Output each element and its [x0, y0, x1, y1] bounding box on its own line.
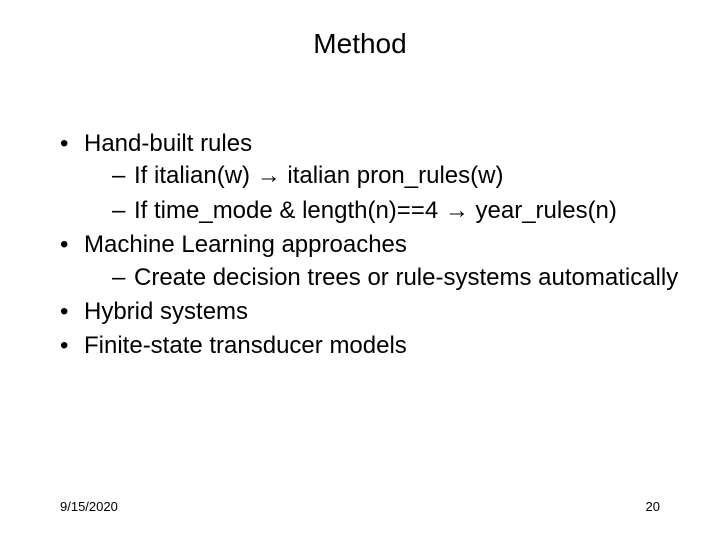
sub-text-post: year_rules(n) [469, 197, 617, 224]
sub-text-pre: If italian(w) [134, 162, 257, 189]
bullet-text: Hand-built rules [84, 130, 252, 157]
footer-page-number: 20 [646, 499, 660, 514]
slide-body: Hand-built rules If italian(w) → italian… [60, 128, 680, 365]
sub-list: Create decision trees or rule-systems au… [84, 262, 680, 294]
slide: Method Hand-built rules If italian(w) → … [0, 0, 720, 540]
slide-title: Method [0, 28, 720, 60]
sub-bullet-decision-trees: Create decision trees or rule-systems au… [112, 262, 680, 294]
bullet-text: Machine Learning approaches [84, 231, 407, 258]
sub-text: Create decision trees or rule-systems au… [134, 264, 678, 291]
footer-date: 9/15/2020 [60, 499, 118, 514]
bullet-ml-approaches: Machine Learning approaches Create decis… [60, 229, 680, 294]
sub-bullet-timemode: If time_mode & length(n)==4 → year_rules… [112, 195, 680, 227]
sub-bullet-italian: If italian(w) → italian pron_rules(w) [112, 160, 680, 192]
bullet-fst: Finite-state transducer models [60, 330, 680, 362]
bullet-hybrid: Hybrid systems [60, 296, 680, 328]
sub-list: If italian(w) → italian pron_rules(w) If… [84, 160, 680, 227]
bullet-list: Hand-built rules If italian(w) → italian… [60, 128, 680, 363]
sub-text-post: italian pron_rules(w) [281, 162, 504, 189]
arrow-icon: → [257, 162, 281, 189]
arrow-icon: → [445, 197, 469, 224]
sub-text-pre: If time_mode & length(n)==4 [134, 197, 445, 224]
bullet-text: Hybrid systems [84, 298, 248, 325]
bullet-text: Finite-state transducer models [84, 332, 407, 359]
bullet-hand-built-rules: Hand-built rules If italian(w) → italian… [60, 128, 680, 227]
